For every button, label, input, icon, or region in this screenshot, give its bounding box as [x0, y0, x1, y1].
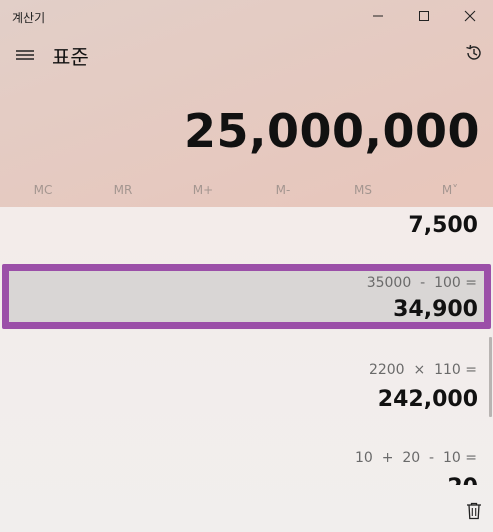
- memory-recall-button[interactable]: MR: [83, 176, 163, 204]
- history-item-selected[interactable]: 35000 - 100 = 34,900: [2, 264, 491, 329]
- memory-button-row: MC MR M+ M- MS M˅: [0, 176, 493, 204]
- result-display: 25,000,000: [183, 104, 480, 158]
- close-icon: [464, 7, 476, 26]
- history-item[interactable]: 10 + 20 - 10 = 20: [0, 443, 493, 513]
- minimize-button[interactable]: [355, 0, 401, 33]
- history-scrollbar[interactable]: [489, 337, 492, 417]
- maximize-icon: [418, 7, 430, 26]
- trash-icon: [466, 502, 482, 524]
- memory-list-button[interactable]: M˅: [410, 176, 490, 204]
- history-expression: 35000 - 100 =: [366, 275, 477, 291]
- memory-clear-button[interactable]: MC: [3, 176, 83, 204]
- mode-title: 표준: [52, 45, 89, 69]
- hamburger-icon: [16, 47, 34, 66]
- clear-history-button[interactable]: [462, 500, 486, 526]
- title-bar: 계산기: [0, 0, 493, 33]
- history-expression: 10 + 20 - 10 =: [354, 450, 477, 466]
- history-icon: [464, 43, 484, 67]
- memory-store-button[interactable]: MS: [323, 176, 403, 204]
- close-button[interactable]: [447, 0, 493, 33]
- history-result: 242,000: [377, 387, 478, 412]
- navigation-menu-button[interactable]: [10, 39, 40, 73]
- history-button[interactable]: [460, 41, 488, 69]
- history-item[interactable]: 7,500: [0, 207, 493, 249]
- history-item[interactable]: 2200 × 110 = 242,000: [0, 355, 493, 425]
- history-result: 20: [447, 475, 478, 500]
- app-header: 표준: [0, 33, 493, 79]
- history-result: 34,900: [393, 297, 478, 322]
- window-title: 계산기: [12, 11, 46, 25]
- history-result: 7,500: [408, 213, 478, 238]
- history-expression: 2200 × 110 =: [368, 362, 477, 378]
- memory-subtract-button[interactable]: M-: [243, 176, 323, 204]
- history-panel: 7,500 35000 - 100 = 34,900 2200 × 110 = …: [0, 207, 493, 532]
- memory-add-button[interactable]: M+: [163, 176, 243, 204]
- minimize-icon: [372, 7, 384, 26]
- maximize-button[interactable]: [401, 0, 447, 33]
